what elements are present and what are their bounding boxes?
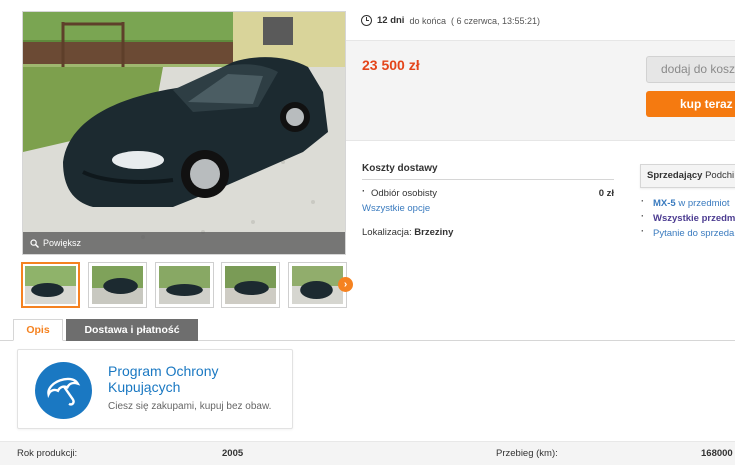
seller-links: MX-5 w przedmiot Wszystkie przedm Pytani… (641, 198, 735, 243)
location: Lokalizacja: Brzeziny (362, 227, 614, 238)
thumbnail[interactable] (88, 262, 147, 308)
year-value: 2005 (222, 448, 244, 459)
car-photo (23, 12, 345, 254)
tab-delivery-payment[interactable]: Dostawa i płatność (66, 319, 198, 341)
delivery-section: Koszty dostawy Odbiór osobisty 0 zł Wszy… (362, 163, 614, 238)
umbrella-icon (35, 362, 92, 419)
clock-icon (361, 15, 372, 26)
next-arrow-icon[interactable]: › (338, 277, 353, 292)
days-left: 12 dni (377, 15, 405, 26)
thumbnail[interactable] (221, 262, 280, 308)
location-value: Brzeziny (414, 227, 454, 238)
specs-row: Rok produkcji: 2005 Przebieg (km): 16800… (0, 441, 735, 465)
main-photo[interactable]: Powiększ (22, 11, 346, 255)
all-items-link[interactable]: Wszystkie przedm (641, 213, 735, 224)
zoom-label: Powiększ (43, 238, 82, 248)
days-suffix: do końca (409, 15, 446, 26)
buy-now-button[interactable]: kup teraz (646, 91, 735, 117)
seller-name: Podchi (705, 170, 735, 181)
mileage-label: Przebieg (km): (496, 448, 558, 459)
protection-title: Program Ochrony Kupujących (108, 363, 219, 395)
delivery-option-name: Odbiór osobisty (362, 186, 437, 199)
model-items-link[interactable]: MX-5 w przedmiot (641, 198, 735, 209)
price: 23 500 zł (362, 57, 420, 73)
delivery-option-cost: 0 zł (598, 188, 614, 199)
delivery-title: Koszty dostawy (362, 163, 614, 180)
delivery-option: Odbiór osobisty 0 zł (362, 186, 614, 199)
buyer-protection-card[interactable]: Program Ochrony Kupujących Ciesz się zak… (17, 349, 293, 429)
thumbnail[interactable] (155, 262, 214, 308)
mileage-value: 168000 (701, 448, 733, 459)
price-panel: 23 500 zł dodaj do koszyka kup teraz (346, 40, 735, 141)
zoom-bar[interactable]: Powiększ (23, 232, 345, 254)
seller-label: Sprzedający (647, 170, 703, 181)
seller-box[interactable]: Sprzedający Podchi (640, 164, 735, 188)
tab-description[interactable]: Opis (13, 319, 63, 341)
auction-timer: 12 dni do końca ( 6 czerwca, 13:55:21) (361, 15, 540, 26)
magnifier-icon (30, 238, 39, 248)
thumbnail-strip: › (21, 262, 356, 308)
end-date: ( 6 czerwca, 13:55:21) (450, 15, 541, 26)
add-to-basket-button[interactable]: dodaj do koszyka (646, 56, 735, 83)
year-label: Rok produkcji: (17, 448, 78, 459)
ask-seller-link[interactable]: Pytanie do sprzeda (641, 228, 735, 239)
location-label: Lokalizacja: (362, 227, 412, 238)
all-options-link[interactable]: Wszystkie opcje (362, 203, 614, 214)
thumbnail[interactable] (21, 262, 80, 308)
protection-subtitle: Ciesz się zakupami, kupuj bez obaw. (108, 401, 272, 412)
